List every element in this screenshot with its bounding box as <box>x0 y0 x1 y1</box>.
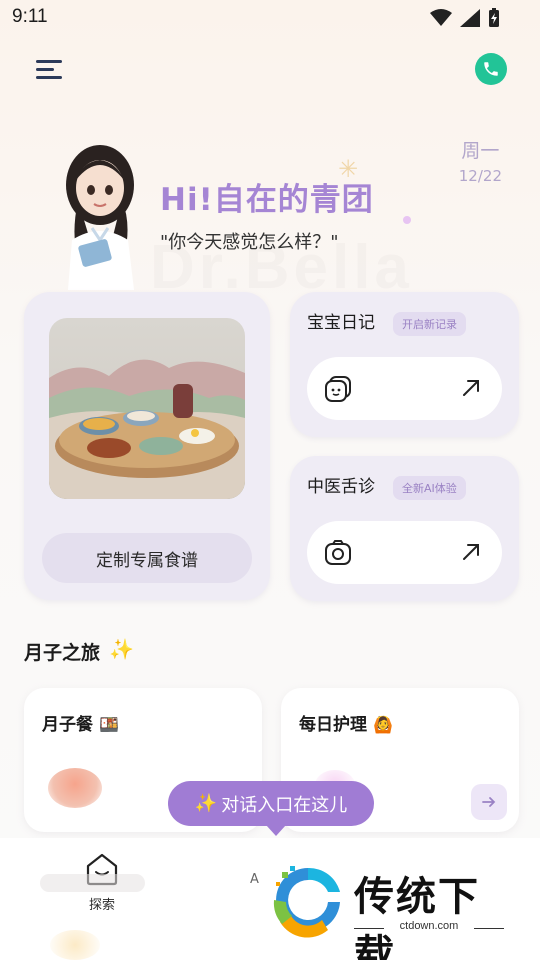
status-icons <box>430 8 500 28</box>
tongue-diagnosis-card[interactable]: 中医舌诊 全新AI体验 <box>290 456 519 601</box>
date-number: 12/22 <box>458 167 502 185</box>
daily-care-label: 每日护理 <box>299 715 367 735</box>
baby-face-icon <box>325 376 351 402</box>
watermark-brand: 传统下载 <box>354 874 480 960</box>
tab-ai-label: A <box>250 872 259 887</box>
wifi-icon <box>430 9 452 26</box>
menu-icon[interactable] <box>36 58 64 80</box>
date-block: 周一 12/22 <box>459 136 502 185</box>
phone-icon <box>484 62 498 76</box>
phone-button[interactable] <box>475 53 507 85</box>
recipe-card[interactable]: 定制专属食谱 <box>24 292 270 600</box>
greeting-title: Hi!自在的青团 <box>160 182 374 218</box>
chat-entry-button[interactable]: ✨ 对话入口在这儿 <box>168 781 374 826</box>
custom-recipe-button[interactable]: 定制专属食谱 <box>42 533 252 583</box>
sparkle-icon: ✨ <box>194 793 218 814</box>
baby-diary-title: 宝宝日记 <box>307 313 375 333</box>
faded-decoration <box>50 930 100 960</box>
signal-icon <box>460 9 480 27</box>
bento-icon: 🍱 <box>99 715 119 734</box>
baby-diary-entry-pill[interactable] <box>307 357 502 420</box>
arrow-up-right-icon <box>463 544 479 560</box>
doctor-avatar-illustration <box>66 145 134 290</box>
baby-diary-badge: 开启新记录 <box>393 312 466 336</box>
watermark-logo-icon <box>273 866 340 938</box>
journey-section-title: 月子之旅 <box>24 642 101 664</box>
status-bar: 9:11 <box>0 0 540 36</box>
arrow-right-icon <box>482 797 496 807</box>
camera-icon <box>325 540 351 565</box>
food-decoration <box>48 768 102 808</box>
person-gesture-icon: 🙆 <box>373 715 393 734</box>
greeting-subtitle: "你今天感觉怎么样？" <box>160 232 339 253</box>
tongue-diagnosis-badge: 全新AI体验 <box>393 476 466 500</box>
arrow-up-right-icon <box>463 380 479 396</box>
tongue-diagnosis-entry-pill[interactable] <box>307 521 502 584</box>
tab-ai[interactable]: A <box>250 858 259 887</box>
watermark-url: ctdown.com <box>399 920 459 932</box>
dot-decoration <box>403 216 411 224</box>
status-time: 9:11 <box>12 6 48 27</box>
baby-diary-card[interactable]: 宝宝日记 开启新记录 <box>290 292 519 437</box>
recipe-food-image <box>49 318 245 499</box>
date-day: 周一 <box>461 140 500 162</box>
chat-entry-label: 对话入口在这儿 <box>221 794 348 816</box>
faded-content-row <box>40 874 145 892</box>
tongue-diagnosis-title: 中医舌诊 <box>307 477 375 497</box>
tab-explore-label: 探索 <box>88 898 115 913</box>
sparkle-icon: ✨ <box>109 637 134 661</box>
chat-bubble-tail <box>266 825 286 836</box>
daily-care-arrow-button[interactable] <box>471 784 507 820</box>
battery-icon <box>489 8 499 27</box>
confinement-meal-label: 月子餐 <box>42 715 93 735</box>
daily-care-title: 每日护理 🙆 <box>299 710 393 735</box>
confinement-meal-title: 月子餐 🍱 <box>42 710 119 735</box>
site-watermark: 传统下载 ctdown.com <box>268 862 518 960</box>
